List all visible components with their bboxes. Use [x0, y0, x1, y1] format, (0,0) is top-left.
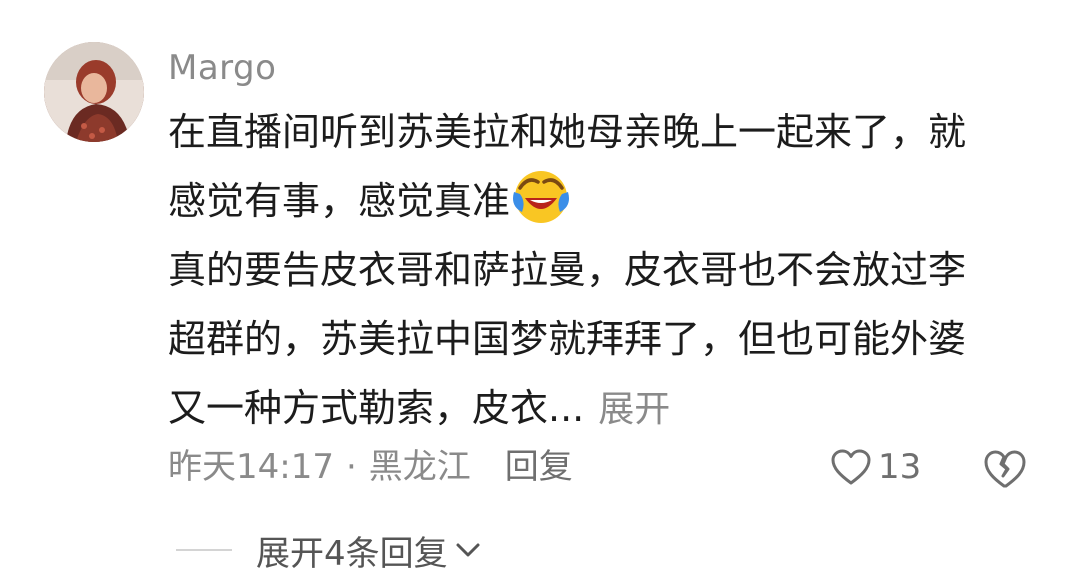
dislike-button[interactable] [982, 446, 1028, 490]
comment-meta: 昨天14:17 · 黑龙江 回复 [168, 444, 573, 490]
expand-replies-button[interactable]: 展开4条回复 [176, 528, 482, 574]
laughing-crying-emoji-icon [512, 168, 570, 226]
timestamp: 昨天14:17 [168, 447, 334, 487]
comment-text-line: 超群的，苏美拉中国梦就拜拜了，但也可能外婆 [168, 317, 967, 361]
avatar[interactable] [44, 42, 144, 142]
meta-separator: · [345, 447, 357, 487]
expand-text-link[interactable]: 展开 [598, 389, 670, 430]
expand-replies-label: 展开4条回复 [256, 533, 448, 574]
username[interactable]: Margo [168, 48, 276, 88]
like-button[interactable]: 13 [830, 444, 921, 490]
reply-button[interactable]: 回复 [505, 447, 573, 487]
comment-text-line: 又一种方式勒索，皮衣... [168, 386, 585, 430]
replies-divider [176, 549, 232, 551]
comment-text-line: 真的要告皮衣哥和萨拉曼，皮衣哥也不会放过李 [168, 248, 967, 292]
avatar-image [44, 42, 144, 142]
like-count: 13 [878, 447, 922, 487]
broken-heart-icon [984, 450, 1026, 488]
location: 黑龙江 [368, 447, 471, 487]
comment-text-line: 感觉有事，感觉真准 [168, 179, 511, 223]
comment-text-line: 在直播间听到苏美拉和她母亲晚上一起来了，就 [168, 110, 967, 154]
comment-item: Margo 在直播间听到苏美拉和她母亲晚上一起来了，就 感觉有事，感觉真准 真的… [0, 0, 1079, 574]
comment-text-line-truncated: 又一种方式勒索，皮衣... 展开 [168, 374, 1038, 444]
comment-text: 在直播间听到苏美拉和她母亲晚上一起来了，就 感觉有事，感觉真准 真的要告皮衣哥和… [168, 98, 1038, 444]
comment-text-line-with-emoji: 感觉有事，感觉真准 [168, 167, 1038, 236]
chevron-down-icon [456, 543, 480, 557]
heart-outline-icon [831, 449, 871, 485]
